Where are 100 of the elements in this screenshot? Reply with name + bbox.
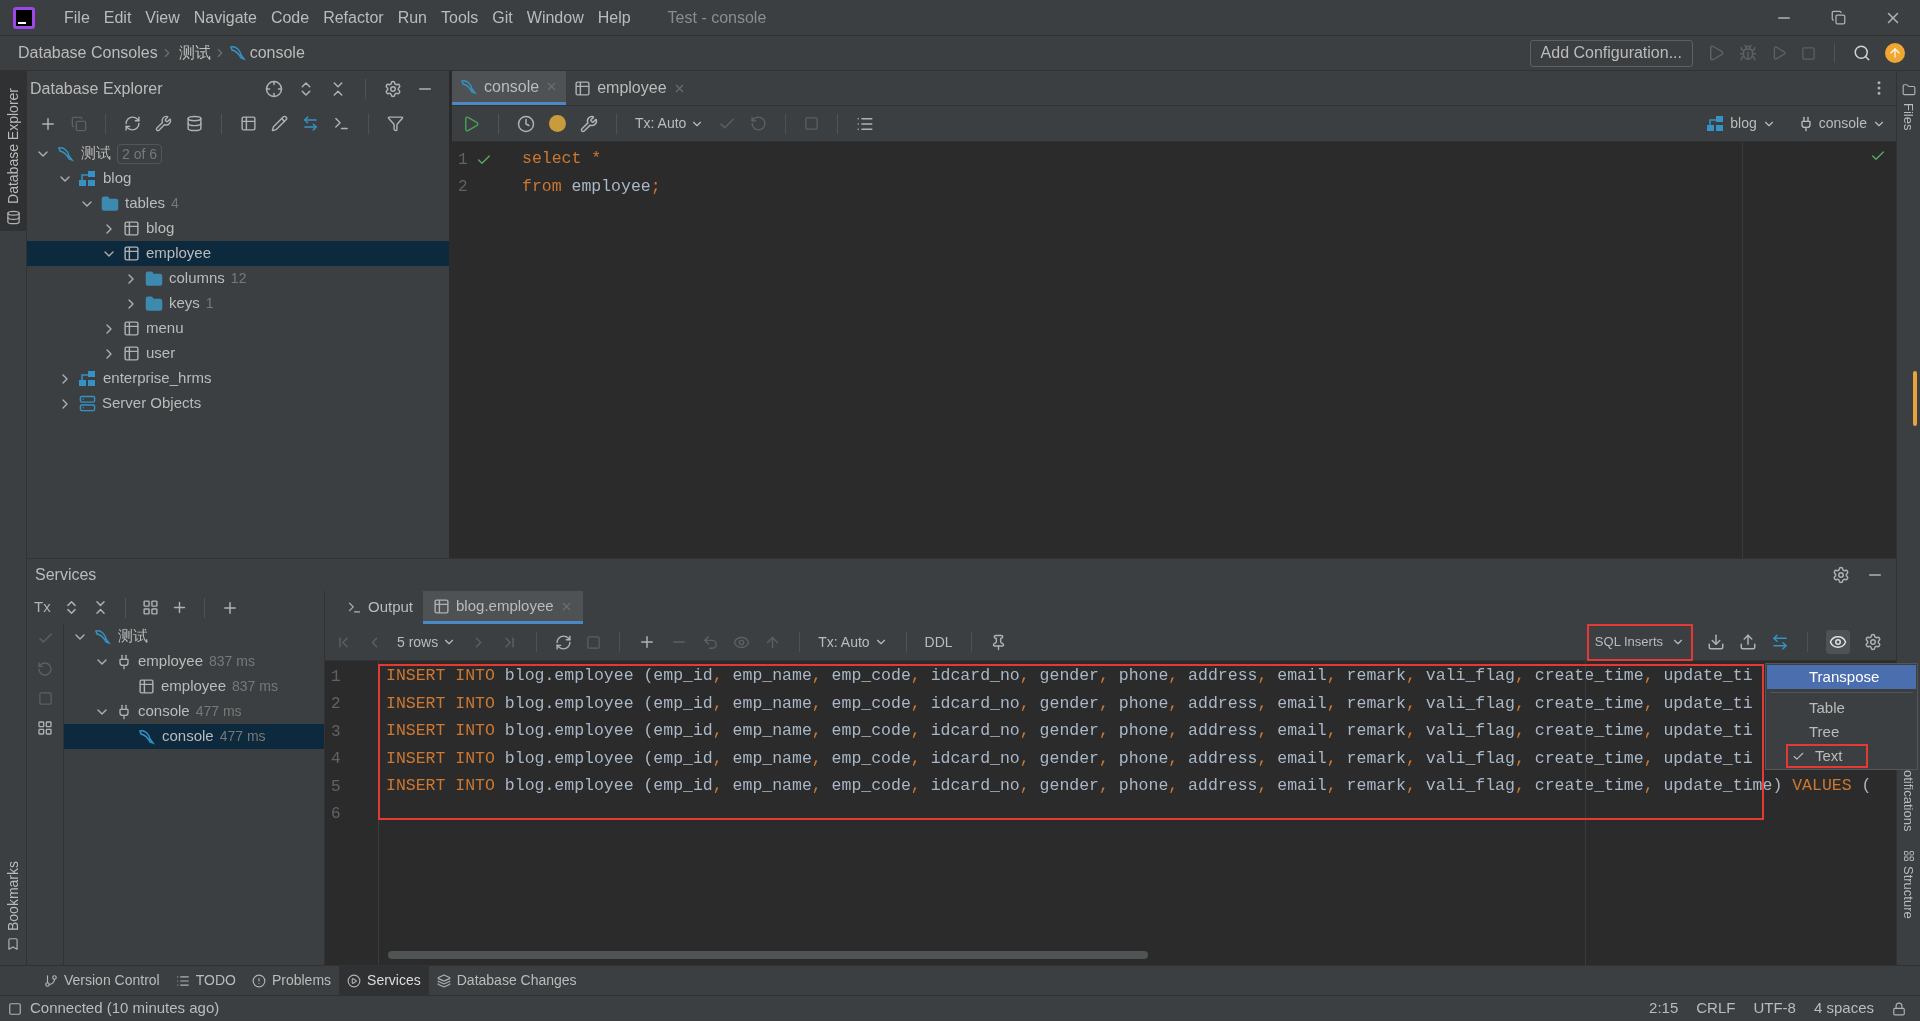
database-icon[interactable] xyxy=(186,115,203,132)
app-logo[interactable] xyxy=(13,6,35,29)
result-tab[interactable]: blog.employee xyxy=(423,591,583,624)
history-icon[interactable] xyxy=(517,114,535,133)
page-size-dropdown[interactable]: 5 rows xyxy=(397,631,457,653)
caret-position[interactable]: 2:15 xyxy=(1649,997,1679,1020)
settings-icon[interactable] xyxy=(580,114,598,133)
result-tab[interactable]: Output xyxy=(337,591,424,624)
search-icon[interactable] xyxy=(1853,44,1871,62)
tree-row[interactable]: enterprise_hrms xyxy=(27,366,449,391)
schema-icon xyxy=(79,370,97,387)
transaction-button[interactable]: Tx xyxy=(34,596,51,619)
table-icon xyxy=(433,597,451,615)
restore-icon[interactable] xyxy=(1831,10,1846,25)
settings-icon[interactable] xyxy=(1832,566,1850,584)
status-icon[interactable] xyxy=(8,1001,22,1016)
profile-icon[interactable] xyxy=(549,115,566,132)
table-icon[interactable] xyxy=(240,115,257,132)
tree-row[interactable]: 测试 2 of 6 xyxy=(27,141,449,166)
ddl-button[interactable]: DDL xyxy=(924,631,953,653)
settings-icon[interactable] xyxy=(384,79,402,98)
menu-title[interactable]: Run xyxy=(390,5,434,30)
menu-title[interactable]: View xyxy=(138,5,187,30)
scroll-marker xyxy=(1913,371,1917,426)
menu-title[interactable]: Edit xyxy=(96,5,139,30)
tool-tab[interactable]: TODO xyxy=(167,966,244,995)
tool-window-tab[interactable]: Files xyxy=(1898,71,1919,131)
tool-window-tab[interactable]: Structure xyxy=(1898,849,1919,919)
group-icon[interactable] xyxy=(141,599,159,616)
menu-title[interactable]: Help xyxy=(590,5,638,30)
breadcrumb-item[interactable]: Database Consoles xyxy=(18,41,158,65)
console-icon[interactable] xyxy=(333,115,350,132)
tree-row[interactable]: console 477 ms xyxy=(64,724,324,749)
tool-window-tab[interactable]: Bookmarks xyxy=(0,860,26,951)
menu-title[interactable]: Refactor xyxy=(316,5,391,30)
update-icon[interactable] xyxy=(1885,43,1905,63)
properties-icon[interactable] xyxy=(155,115,172,132)
view-option[interactable]: Tree xyxy=(1767,720,1916,744)
view-option[interactable]: Text xyxy=(1786,744,1868,768)
server-icon xyxy=(79,395,96,412)
tool-window-tab[interactable]: otifications xyxy=(1898,770,1919,832)
menu-title[interactable]: Tools xyxy=(434,5,486,30)
menu-title[interactable]: File xyxy=(57,5,97,30)
editor-tab[interactable]: console xyxy=(452,71,567,105)
view-icon[interactable] xyxy=(1829,633,1847,651)
transaction-dropdown[interactable]: Tx: Auto xyxy=(818,631,888,653)
breadcrumb-item[interactable]: 测试 xyxy=(178,41,211,65)
console-output-icon xyxy=(347,600,362,615)
edit-icon[interactable] xyxy=(271,115,288,132)
lock-icon[interactable] xyxy=(1892,1001,1906,1016)
filter-icon[interactable] xyxy=(387,115,404,132)
menu-title[interactable]: Navigate xyxy=(186,5,264,30)
line-separator[interactable]: CRLF xyxy=(1696,997,1736,1020)
settings-icon[interactable] xyxy=(1864,633,1882,651)
tree-row[interactable]: keys 1 xyxy=(27,291,449,316)
tree-row[interactable]: 测试 xyxy=(64,624,324,649)
tool-window-tab[interactable]: Database Explorer xyxy=(0,71,26,231)
menu-title[interactable]: Code xyxy=(263,5,317,30)
reload-icon[interactable] xyxy=(555,633,573,651)
tree-row[interactable]: employee 837 ms xyxy=(64,674,324,699)
tree-row[interactable]: employee 837 ms xyxy=(64,649,324,674)
tree-row[interactable]: tables 4 xyxy=(27,191,449,216)
menu-title[interactable]: Git xyxy=(485,5,520,30)
scrollbar-thumb[interactable] xyxy=(388,951,1148,959)
editor-tab[interactable]: employee xyxy=(566,71,694,105)
breadcrumb-item[interactable]: console xyxy=(249,41,305,65)
view-option[interactable]: Transpose xyxy=(1767,665,1916,689)
session-dropdown[interactable]: console xyxy=(1797,113,1886,134)
tree-row[interactable]: blog xyxy=(27,166,449,191)
schema-dropdown[interactable]: blog xyxy=(1707,113,1776,134)
tree-row[interactable]: menu xyxy=(27,316,449,341)
view-option[interactable]: Table xyxy=(1767,696,1916,720)
download-icon[interactable] xyxy=(1707,633,1725,651)
structure-icon xyxy=(1902,849,1915,862)
compare-icon[interactable] xyxy=(1771,633,1789,651)
menu-title[interactable]: Window xyxy=(519,5,591,30)
tree-row[interactable]: console 477 ms xyxy=(64,699,324,724)
run-icon[interactable] xyxy=(462,114,480,133)
refresh-icon[interactable] xyxy=(124,115,141,132)
jump-icon[interactable] xyxy=(302,115,319,132)
list-icon xyxy=(175,973,190,988)
tree-row[interactable]: employee xyxy=(27,241,449,266)
item-count: 837 ms xyxy=(232,677,278,696)
tree-row[interactable]: Server Objects xyxy=(27,391,449,416)
upload-icon[interactable] xyxy=(1739,633,1757,651)
file-encoding[interactable]: UTF-8 xyxy=(1753,997,1796,1020)
indent-setting[interactable]: 4 spaces xyxy=(1813,997,1874,1020)
format-dropdown[interactable]: SQL Inserts xyxy=(1586,623,1693,661)
tool-tab[interactable]: Services xyxy=(339,966,429,995)
tool-tab[interactable]: Version Control xyxy=(36,966,168,995)
transaction-dropdown[interactable]: Tx: Auto xyxy=(635,113,705,134)
layout-icon[interactable] xyxy=(37,720,53,736)
tree-row[interactable]: blog xyxy=(27,216,449,241)
tree-row[interactable]: columns 12 xyxy=(27,266,449,291)
tool-tab[interactable]: Problems xyxy=(243,966,340,995)
locate-icon[interactable] xyxy=(265,79,283,98)
tool-tab[interactable]: Database Changes xyxy=(428,966,585,995)
item-count: 1 xyxy=(205,294,214,313)
tree-row[interactable]: user xyxy=(27,341,449,366)
add-configuration-button[interactable]: Add Configuration... xyxy=(1529,39,1693,67)
